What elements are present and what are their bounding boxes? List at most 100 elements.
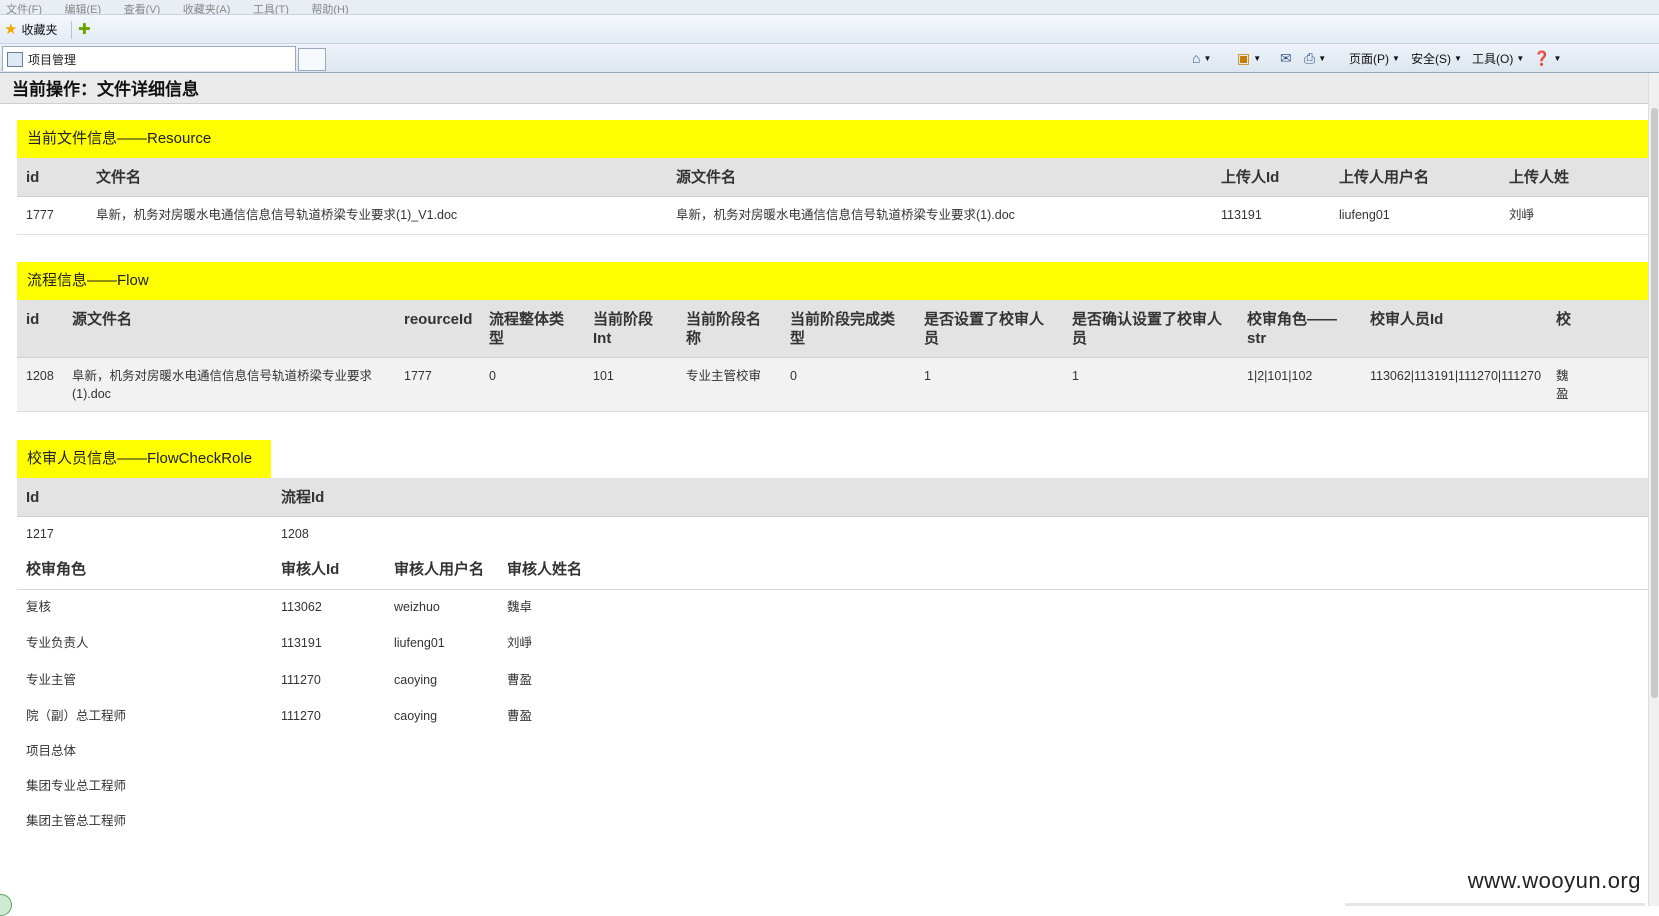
col-header: Id: [26, 489, 40, 506]
chevron-down-icon: ▼: [1253, 54, 1262, 63]
col-header: 当前阶段Int: [593, 311, 654, 347]
chevron-down-icon: ▼: [1203, 53, 1212, 63]
table-row: 专业负责人 113191 liufeng01 刘崢: [17, 626, 1648, 662]
col-header: 当前阶段完成类型: [790, 311, 896, 347]
chevron-down-icon: ▼: [1454, 54, 1462, 63]
table-cell: 集团主管总工程师: [26, 814, 127, 828]
reviewer-header-row: 校审角色 审核人Id 审核人用户名 审核人姓名: [17, 551, 1648, 590]
safety-menu-button[interactable]: 安全(S) ▼: [1411, 50, 1462, 67]
table-cell: 院（副）总工程师: [26, 709, 127, 723]
col-header: 源文件名: [676, 169, 737, 186]
table-cell: 113191: [1221, 208, 1262, 222]
col-header: 是否设置了校审人员: [924, 311, 1045, 347]
table-cell: 101: [593, 369, 614, 383]
table-cell: caoying: [394, 673, 438, 687]
col-header: 流程Id: [281, 489, 325, 506]
menu-file[interactable]: 文件(F): [6, 5, 42, 15]
table-cell: liufeng01: [1339, 208, 1390, 222]
scrollbar-thumb[interactable]: [1651, 108, 1658, 698]
menu-view[interactable]: 查看(V): [124, 5, 161, 15]
safety-menu-label: 安全(S): [1411, 52, 1451, 66]
flow-section-title: 流程信息——Flow: [17, 262, 1648, 300]
table-cell: 1|2|101|102: [1247, 369, 1313, 383]
tools-menu-label: 工具(O): [1472, 52, 1514, 66]
table-cell: 1: [1072, 369, 1079, 383]
printer-icon: ⎙: [1304, 50, 1316, 66]
col-header: id: [26, 311, 40, 328]
table-cell: 1777: [404, 369, 432, 383]
table-cell: 魏盈: [1556, 369, 1569, 401]
col-header: 上传人姓: [1509, 169, 1570, 186]
table-cell: weizhuo: [394, 600, 440, 614]
col-header: 文件名: [96, 169, 142, 186]
table-cell: 111270: [281, 709, 321, 723]
table-row: 1208 阜新，机务对房暖水电通信信息信号轨道桥梁专业要求(1).doc 177…: [17, 358, 1648, 412]
table-cell: 阜新，机务对房暖水电通信信息信号轨道桥梁专业要求(1)_V1.doc: [96, 208, 458, 222]
table-row: 集团专业总工程师: [17, 769, 1648, 805]
col-header: 流程整体类型: [489, 311, 565, 347]
page-icon: [7, 51, 23, 67]
feeds-button[interactable]: ▣ ▼: [1237, 50, 1261, 67]
menu-edit[interactable]: 编辑(E): [65, 5, 102, 15]
check-role-section-title: 校审人员信息——FlowCheckRole: [17, 440, 271, 478]
table-cell: 专业主管: [26, 673, 77, 687]
table-row: 复核 113062 weizhuo 魏卓: [17, 590, 1648, 626]
menu-tools[interactable]: 工具(T): [253, 5, 289, 15]
table-row: 集团主管总工程师: [17, 804, 1648, 840]
add-favorite-icon[interactable]: ✚: [78, 20, 91, 38]
col-header: 审核人Id: [281, 561, 340, 578]
rss-icon: ▣: [1237, 50, 1251, 66]
new-tab-button[interactable]: [298, 48, 326, 71]
table-cell: liufeng01: [394, 636, 445, 650]
resource-section-title: 当前文件信息——Resource: [17, 120, 1648, 158]
menu-favorites[interactable]: 收藏夹(A): [183, 5, 231, 15]
col-header: 校审角色——str: [1247, 311, 1338, 347]
status-icon: [0, 894, 12, 916]
table-cell: 曹盈: [507, 673, 533, 687]
mail-button[interactable]: ✉: [1280, 50, 1292, 67]
help-icon: ❓: [1533, 50, 1551, 66]
tab-title: 项目管理: [28, 52, 77, 67]
help-button[interactable]: ❓ ▼: [1533, 50, 1561, 67]
col-header: 当前阶段名称: [686, 311, 762, 347]
table-cell: 113062: [281, 600, 322, 614]
table-row: 项目总体: [17, 734, 1648, 770]
table-cell: 阜新，机务对房暖水电通信信息信号轨道桥梁专业要求(1).doc: [72, 369, 373, 401]
tools-menu-button[interactable]: 工具(O) ▼: [1472, 50, 1524, 67]
col-header: 上传人Id: [1221, 169, 1280, 186]
tab-project-management[interactable]: 项目管理: [2, 46, 296, 71]
favorites-bar: ★ 收藏夹 ✚: [0, 15, 1659, 44]
table-cell: 项目总体: [26, 744, 77, 758]
col-header: 源文件名: [72, 311, 133, 328]
table-cell: 113062|113191|111270|111270: [1370, 369, 1542, 383]
watermark: www.wooyun.org: [1467, 868, 1641, 893]
page-header: 当前操作：文件详细信息: [0, 73, 1648, 104]
table-row: 院（副）总工程师 111270 caoying 曹盈: [17, 699, 1648, 735]
table-cell: 曹盈: [507, 709, 533, 723]
table-cell: 0: [790, 369, 797, 383]
col-header: 上传人用户名: [1339, 169, 1430, 186]
table-cell: 魏卓: [507, 600, 533, 614]
favorites-label: 收藏夹: [21, 23, 58, 37]
table-cell: caoying: [394, 709, 438, 723]
check-role-header-row: Id 流程Id: [17, 478, 1648, 517]
tab-bar: 项目管理 ⌂ ▼ ▣ ▼ ✉ ⎙ ▼ 页面(P) ▼ 安全(S) ▼ 工具(O) ▼ ❓ ▼: [0, 44, 1659, 73]
chevron-down-icon: ▼: [1553, 54, 1562, 63]
table-cell: 集团专业总工程师: [26, 779, 127, 793]
col-header: 审核人用户名: [394, 561, 485, 578]
favorites-button[interactable]: ★ 收藏夹: [4, 21, 57, 38]
chevron-down-icon: ▼: [1318, 54, 1327, 63]
col-header: 校审角色: [26, 561, 87, 578]
col-header: 是否确认设置了校审人员: [1072, 311, 1223, 347]
col-header: 校: [1556, 311, 1572, 328]
col-header: reourceId: [404, 311, 473, 328]
col-header: 校审人员Id: [1370, 311, 1444, 328]
home-button[interactable]: ⌂ ▼: [1192, 50, 1211, 66]
flow-header-row: id 源文件名 reourceId 流程整体类型 当前阶段Int 当前阶段名称 …: [17, 300, 1648, 358]
table-cell: 1208: [26, 369, 54, 383]
table-row: 1217 1208: [17, 517, 1648, 551]
menu-help[interactable]: 帮助(H): [311, 5, 348, 15]
page-menu-button[interactable]: 页面(P) ▼: [1349, 50, 1400, 67]
table-cell: 111270: [281, 673, 321, 687]
print-button[interactable]: ⎙ ▼: [1304, 50, 1326, 67]
